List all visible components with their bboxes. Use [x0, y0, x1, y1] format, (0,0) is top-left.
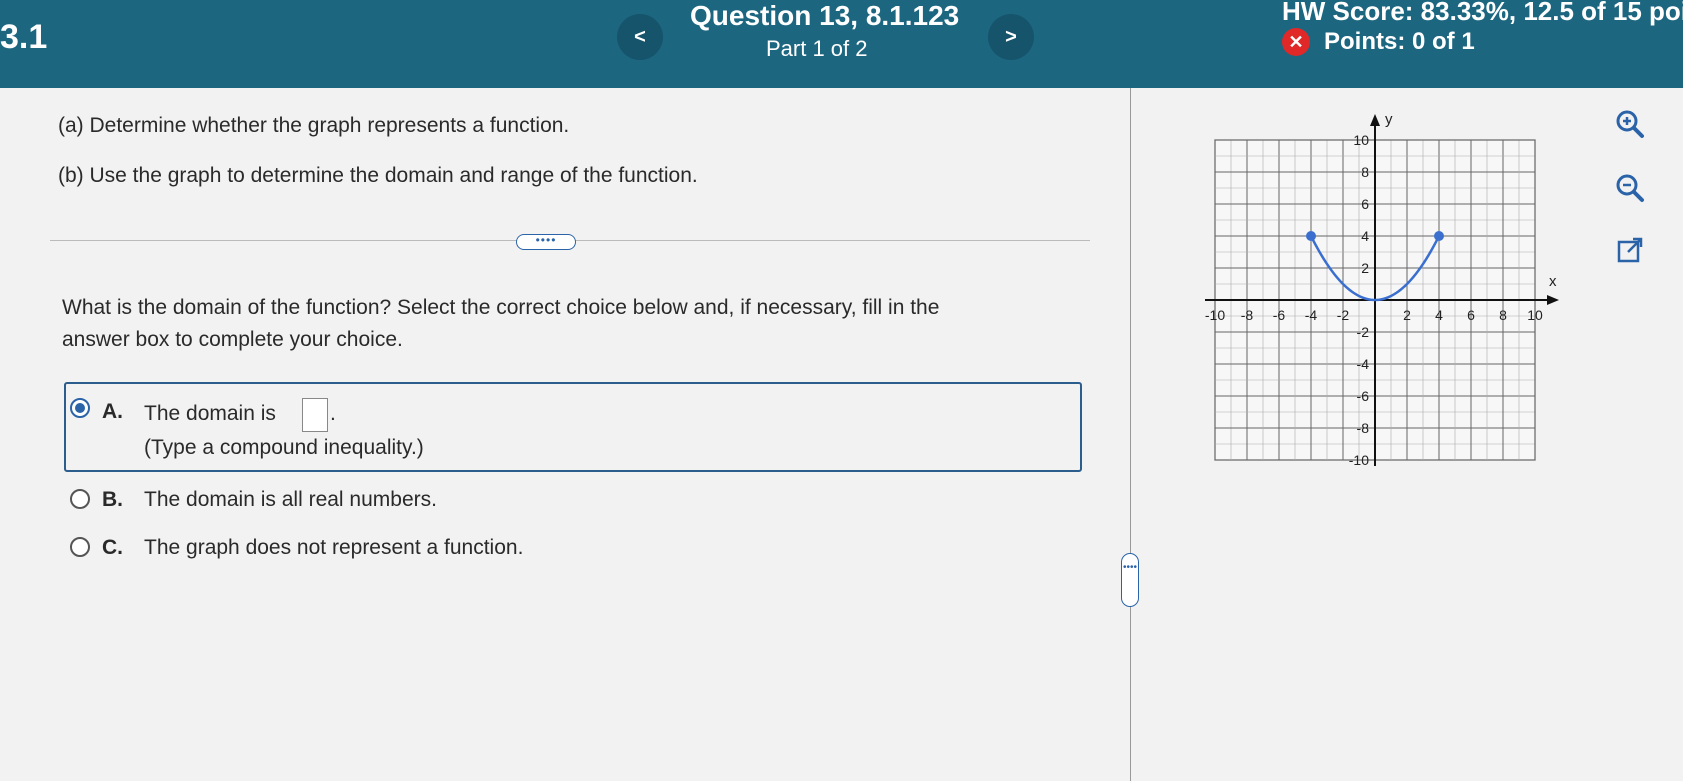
- zoom-in-icon[interactable]: [1610, 104, 1650, 144]
- x-tick-label: -6: [1273, 307, 1286, 323]
- y-tick-label: -8: [1357, 420, 1370, 436]
- domain-answer-input[interactable]: [302, 398, 328, 432]
- previous-question-button[interactable]: <: [617, 14, 663, 60]
- y-tick-label: 6: [1361, 196, 1369, 212]
- question-panel: (a) Determine whether the graph represen…: [0, 88, 1683, 781]
- x-tick-label: -2: [1337, 307, 1350, 323]
- choice-c-letter: C.: [102, 536, 123, 559]
- x-tick-label: 10: [1527, 307, 1543, 323]
- resize-handle[interactable]: ••••: [1121, 553, 1139, 607]
- part-a-text: (a) Determine whether the graph represen…: [58, 114, 570, 137]
- y-tick-label: -4: [1357, 356, 1370, 372]
- x-tick-label: 8: [1499, 307, 1507, 323]
- y-tick-label: -2: [1357, 324, 1370, 340]
- x-tick-label: 2: [1403, 307, 1411, 323]
- show-more-button[interactable]: ••••: [516, 234, 576, 250]
- choice-b-radio[interactable]: [70, 489, 90, 509]
- x-tick-label: -4: [1305, 307, 1318, 323]
- choice-a-letter: A.: [102, 400, 123, 423]
- graph: x y -10 -8 -6 -4 -2 2 4 6 8 10 10 8 6 4 2 -2 -4 -6 -8 -10: [1205, 111, 1559, 468]
- y-tick-label: 2: [1361, 260, 1369, 276]
- x-axis-label: x: [1549, 273, 1557, 290]
- choice-a-text: The domain is: [144, 402, 276, 425]
- hw-score: HW Score: 83.33%, 12.5 of 15 poi: [1282, 0, 1683, 26]
- y-tick-label: 10: [1353, 132, 1369, 148]
- choice-c-text: The graph does not represent a function.: [144, 536, 524, 559]
- points-text: Points: 0 of 1: [1324, 28, 1475, 55]
- incorrect-x-icon: ✕: [1282, 28, 1310, 56]
- endpoint-dot: [1434, 231, 1444, 241]
- choice-a-hint: (Type a compound inequality.): [144, 436, 424, 459]
- points-status: ✕ Points: 0 of 1: [1282, 28, 1475, 56]
- y-axis-arrow: [1370, 114, 1380, 126]
- x-tick-label: 4: [1435, 307, 1443, 323]
- zoom-out-icon[interactable]: [1610, 168, 1650, 208]
- y-tick-label: -6: [1357, 388, 1370, 404]
- choice-a-period: .: [330, 402, 336, 425]
- section-number: 3.1: [0, 18, 48, 56]
- choice-b-text: The domain is all real numbers.: [144, 488, 437, 511]
- question-title: Question 13, 8.1.123: [690, 0, 960, 31]
- panel-divider: [1130, 88, 1131, 781]
- header-bar: 3.1 < Question 13, 8.1.123 Part 1 of 2 >…: [0, 0, 1683, 88]
- y-tick-label: 4: [1361, 228, 1369, 244]
- choice-b-letter: B.: [102, 488, 123, 511]
- x-tick-label: -10: [1205, 307, 1225, 323]
- endpoint-dot: [1306, 231, 1316, 241]
- domain-prompt-line1: What is the domain of the function? Sele…: [62, 296, 940, 319]
- choice-a-radio[interactable]: [70, 398, 90, 418]
- next-question-button[interactable]: >: [988, 14, 1034, 60]
- choice-c-radio[interactable]: [70, 537, 90, 557]
- y-tick-label: -10: [1349, 452, 1369, 468]
- x-axis-arrow: [1547, 295, 1559, 305]
- part-b-text: (b) Use the graph to determine the domai…: [58, 164, 698, 187]
- x-tick-label: -8: [1241, 307, 1254, 323]
- y-axis-label: y: [1385, 111, 1393, 128]
- open-external-icon[interactable]: [1610, 230, 1650, 270]
- question-part: Part 1 of 2: [766, 36, 868, 61]
- x-tick-label: 6: [1467, 307, 1475, 323]
- y-tick-label: 8: [1361, 164, 1369, 180]
- domain-prompt-line2: answer box to complete your choice.: [62, 328, 403, 351]
